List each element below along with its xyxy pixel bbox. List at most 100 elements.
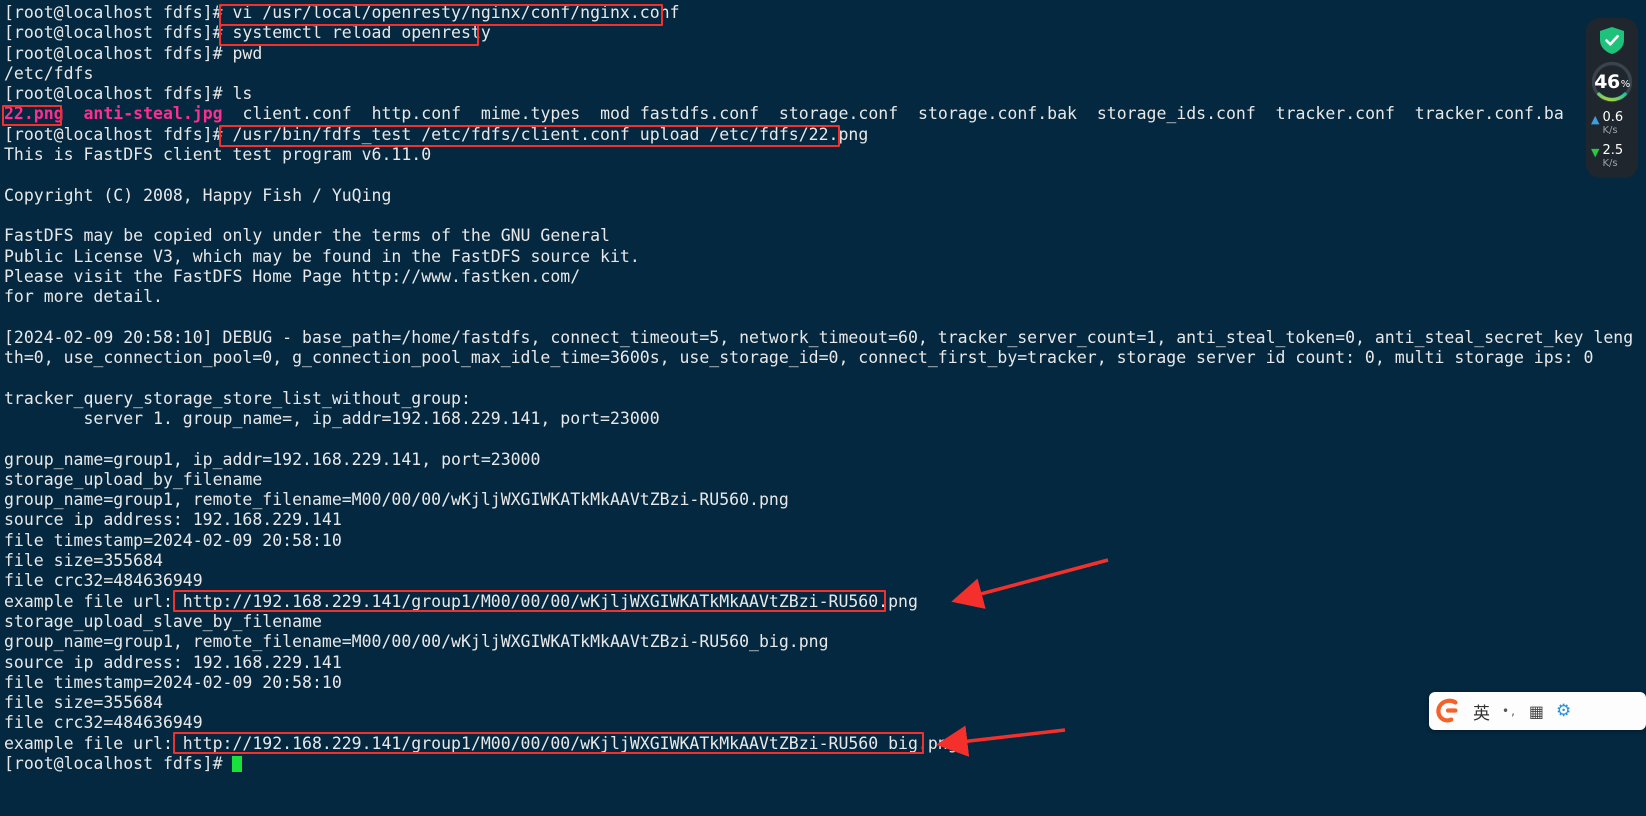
terminal-line: FastDFS may be copied only under the ter…: [4, 226, 1646, 246]
terminal-line: 22.png anti-steal.jpg client.conf http.c…: [4, 104, 1646, 124]
terminal-line: th=0, use_connection_pool=0, g_connectio…: [4, 348, 1646, 368]
terminal-line: file size=355684: [4, 693, 1646, 713]
ls-entry: client.conf: [242, 104, 352, 124]
terminal-text: for more detail.: [4, 287, 163, 307]
terminal-text: server 1. group_name=, ip_addr=192.168.2…: [4, 408, 660, 428]
ls-entry: anti-steal.jpg: [83, 104, 223, 124]
shell-prompt: [root@localhost fdfs]#: [4, 124, 233, 144]
terminal-line: source ip address: 192.168.229.141: [4, 653, 1646, 673]
sogou-logo-icon[interactable]: [1429, 692, 1467, 730]
ls-entry: 22.png: [4, 104, 64, 124]
terminal-line: Please visit the FastDFS Home Page http:…: [4, 267, 1646, 287]
terminal-text: group_name=group1, remote_filename=M00/0…: [4, 490, 789, 510]
terminal-text: Copyright (C) 2008, Happy Fish / YuQing: [4, 185, 392, 205]
terminal-text: group_name=group1, ip_addr=192.168.229.1…: [4, 449, 541, 469]
terminal-line: [root@localhost fdfs]# /usr/bin/fdfs_tes…: [4, 125, 1646, 145]
shell-command: pwd: [232, 43, 263, 63]
terminal-line: file crc32=484636949: [4, 713, 1646, 733]
terminal-line: for more detail.: [4, 287, 1646, 307]
terminal-line: tracker_query_storage_store_list_without…: [4, 389, 1646, 409]
terminal-line: This is FastDFS client test program v6.1…: [4, 145, 1646, 165]
shell-prompt: [root@localhost fdfs]#: [4, 43, 233, 63]
terminal-text: storage_upload_slave_by_filename: [4, 611, 322, 631]
terminal-text: example file url: http://192.168.229.141…: [4, 591, 918, 611]
terminal-text: tracker_query_storage_store_list_without…: [4, 388, 471, 408]
terminal-text: [2024-02-09 20:58:10] DEBUG - base_path=…: [4, 327, 1634, 347]
upload-speed-value: 0.6: [1602, 110, 1624, 125]
download-speed-unit: K/s: [1602, 158, 1618, 169]
terminal-line: Public License V3, which may be found in…: [4, 247, 1646, 267]
terminal-text: Public License V3, which may be found in…: [4, 246, 640, 266]
terminal-text: file timestamp=2024-02-09 20:58:10: [4, 530, 342, 550]
terminal-output: [root@localhost fdfs]# vi /usr/local/ope…: [0, 0, 1646, 816]
network-monitor-widget[interactable]: 46% ▲ 0.6 K/s ▼ 2.5 K/s: [1586, 18, 1638, 178]
terminal-line: /etc/fdfs: [4, 64, 1646, 84]
terminal-text: source ip address: 192.168.229.141: [4, 652, 342, 672]
terminal-text: This is FastDFS client test program v6.1…: [4, 145, 432, 165]
shell-command: systemctl reload openresty: [232, 23, 491, 43]
terminal-text: file size=355684: [4, 551, 163, 571]
terminal-line: group_name=group1, ip_addr=192.168.229.1…: [4, 450, 1646, 470]
terminal-line: storage_upload_slave_by_filename: [4, 612, 1646, 632]
terminal-line: source ip address: 192.168.229.141: [4, 510, 1646, 530]
terminal-line: group_name=group1, remote_filename=M00/0…: [4, 632, 1646, 652]
shell-command: /usr/bin/fdfs_test /etc/fdfs/client.conf…: [232, 124, 869, 144]
shell-prompt: [root@localhost fdfs]#: [4, 84, 233, 104]
gauge-value: 46%: [1590, 60, 1634, 104]
ls-entry: tracker.conf: [1275, 104, 1395, 124]
ls-entry: tracker.conf.ba: [1414, 104, 1564, 124]
arrow-down-icon: ▼: [1591, 146, 1600, 159]
terminal-line: example file url: http://192.168.229.141…: [4, 734, 1646, 754]
download-speed-row: ▼ 2.5 K/s: [1586, 144, 1638, 170]
terminal-line: storage_upload_by_filename: [4, 470, 1646, 490]
download-speed-value: 2.5: [1602, 143, 1624, 158]
ls-entry: http.conf: [371, 104, 461, 124]
settings-icon[interactable]: ⚙: [1550, 692, 1577, 730]
terminal-line: file timestamp=2024-02-09 20:58:10: [4, 673, 1646, 693]
gauge-percent-number: 46: [1594, 71, 1620, 93]
terminal-text: file size=355684: [4, 693, 163, 713]
upload-speed-row: ▲ 0.6 K/s: [1586, 111, 1638, 137]
terminal-line: example file url: http://192.168.229.141…: [4, 592, 1646, 612]
terminal-line: file crc32=484636949: [4, 571, 1646, 591]
terminal-text: /etc/fdfs: [4, 63, 94, 83]
terminal-line: Copyright (C) 2008, Happy Fish / YuQing: [4, 186, 1646, 206]
shell-prompt: [root@localhost fdfs]#: [4, 3, 233, 22]
sogou-ime-toolbar[interactable]: 英 •, ▦ ⚙: [1429, 692, 1646, 730]
terminal-line: group_name=group1, remote_filename=M00/0…: [4, 490, 1646, 510]
terminal-text: storage_upload_by_filename: [4, 469, 263, 489]
keyboard-grid-icon[interactable]: ▦: [1523, 692, 1550, 730]
terminal-line: [root@localhost fdfs]# systemctl reload …: [4, 23, 1646, 43]
terminal-text: example file url: http://192.168.229.141…: [4, 733, 958, 753]
terminal-line: [root@localhost fdfs]# vi /usr/local/ope…: [4, 3, 1646, 23]
ellipsis-icon[interactable]: •,: [1496, 692, 1523, 730]
arrow-up-icon: ▲: [1591, 113, 1600, 126]
cpu-usage-gauge: 46%: [1590, 60, 1634, 104]
shell-prompt: [root@localhost fdfs]#: [4, 753, 233, 773]
shell-command: ls: [232, 84, 253, 104]
terminal-cursor: [232, 755, 243, 772]
terminal-text: th=0, use_connection_pool=0, g_connectio…: [4, 348, 1594, 368]
shell-prompt: [root@localhost fdfs]#: [4, 23, 233, 43]
terminal-line: server 1. group_name=, ip_addr=192.168.2…: [4, 409, 1646, 429]
terminal-text: FastDFS may be copied only under the ter…: [4, 226, 610, 246]
ls-entry: storage.conf: [778, 104, 899, 124]
terminal-line: [root@localhost fdfs]# ls: [4, 84, 1646, 104]
terminal-line: [2024-02-09 20:58:10] DEBUG - base_path=…: [4, 328, 1646, 348]
gauge-percent-symbol: %: [1620, 79, 1631, 90]
ls-entry: storage_ids.conf: [1096, 104, 1256, 124]
ime-mode-label[interactable]: 英: [1467, 692, 1496, 730]
ls-entry: mod fastdfs.conf: [600, 104, 760, 124]
upload-speed-unit: K/s: [1602, 125, 1618, 136]
terminal-text: group_name=group1, remote_filename=M00/0…: [4, 632, 829, 652]
shield-check-icon: [1600, 27, 1624, 54]
terminal-line: [root@localhost fdfs]# pwd: [4, 44, 1646, 64]
ls-entry: mime.types: [480, 104, 581, 124]
terminal-line: file size=355684: [4, 551, 1646, 571]
terminal-text: Please visit the FastDFS Home Page http:…: [4, 266, 581, 286]
terminal-text: file crc32=484636949: [4, 571, 203, 591]
